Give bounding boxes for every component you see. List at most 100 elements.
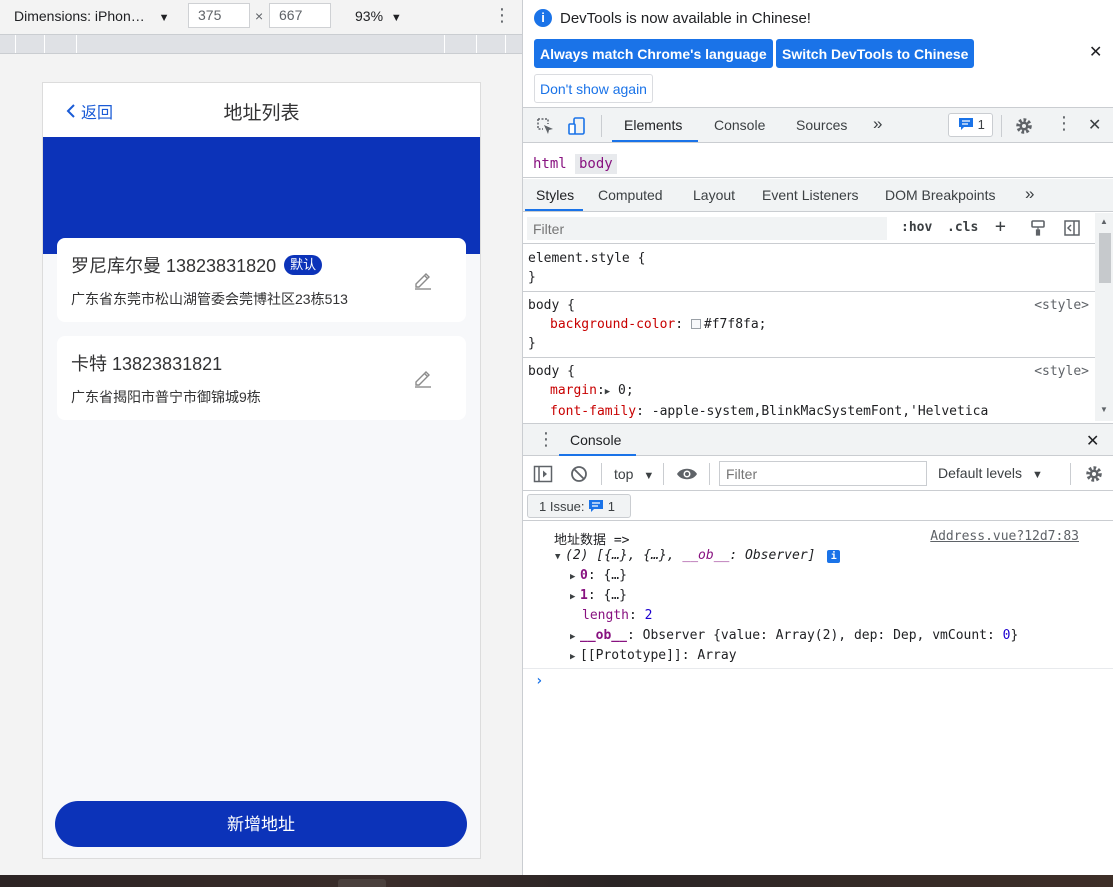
rule-origin[interactable]: <style> xyxy=(1034,362,1089,381)
rule-close: } xyxy=(528,270,536,285)
gear-icon[interactable] xyxy=(1084,464,1104,484)
taskbar-item[interactable] xyxy=(338,879,386,887)
breadcrumb-html[interactable]: html xyxy=(529,154,571,174)
log-object-summary[interactable]: ▼ (2) [{…}, {…}, __ob__: Observer] i xyxy=(555,548,841,563)
device-select[interactable]: Dimensions: iPhon… ▼ xyxy=(14,8,170,24)
summary-ob: __ob__ xyxy=(682,548,730,563)
match-language-button[interactable]: Always match Chrome's language xyxy=(534,39,773,68)
css-rule[interactable]: body { <style> margin:▶ 0; font-family: … xyxy=(523,358,1095,421)
expand-triangle-icon[interactable]: ▶ xyxy=(605,387,610,397)
edit-icon[interactable] xyxy=(412,269,434,291)
styles-pane: element.style { } body { <style> backgro… xyxy=(523,245,1095,421)
log-property-row[interactable]: ▶ 1: {…} xyxy=(570,588,627,603)
property-value: -apple-system,BlinkMacSystemFont,'Helvet… xyxy=(651,404,989,419)
os-taskbar xyxy=(0,875,1113,887)
css-rule[interactable]: body { <style> background-color: #f7f8fa… xyxy=(523,292,1095,358)
prop-value: Observer {value: Array(2), dep: Dep, vmC… xyxy=(642,628,1003,643)
sidebar-toggle-icon[interactable] xyxy=(533,465,553,483)
more-tabs-icon[interactable]: » xyxy=(873,114,882,134)
more-tabs-icon[interactable]: » xyxy=(1025,184,1034,204)
gear-icon[interactable] xyxy=(1014,116,1034,136)
issues-bar: 1 Issue: 1 xyxy=(523,491,1113,521)
css-property[interactable]: background-color: #f7f8fa; xyxy=(528,315,1090,334)
expand-triangle-icon[interactable]: ▶ xyxy=(570,632,580,642)
eye-icon[interactable] xyxy=(676,466,698,482)
property-value: 0; xyxy=(618,383,634,398)
main-tab-bar: Elements Console Sources » 1 ⋮ ✕ xyxy=(523,107,1113,143)
close-drawer-icon[interactable]: ✕ xyxy=(1086,431,1099,451)
address-card[interactable]: 卡特 13823831821 广东省揭阳市普宁市御锦城9栋 xyxy=(57,336,466,420)
divider xyxy=(663,463,664,485)
address-text: 广东省东莞市松山湖管委会莞博社区23栋513 xyxy=(71,291,348,307)
add-address-button[interactable]: 新增地址 xyxy=(55,801,467,847)
media-query-ruler[interactable] xyxy=(0,34,522,54)
paint-brush-icon[interactable] xyxy=(1029,219,1047,237)
drawer-menu-icon[interactable]: ⋮ xyxy=(537,429,555,450)
add-rule-icon[interactable]: + xyxy=(995,216,1006,237)
property-name: margin xyxy=(550,383,597,398)
log-source-link[interactable]: Address.vue?12d7:83 xyxy=(930,529,1079,544)
breadcrumb-body[interactable]: body xyxy=(575,154,617,174)
log-levels-label: Default levels xyxy=(938,465,1023,481)
scrollbar-thumb[interactable] xyxy=(1099,233,1111,283)
tab-layout[interactable]: Layout xyxy=(693,187,735,203)
caret-down-icon: ▼ xyxy=(158,12,170,24)
issue-count: 1 xyxy=(977,117,985,132)
width-input[interactable]: 375 xyxy=(188,3,250,28)
prop-key: 1 xyxy=(580,588,588,603)
device-toggle-icon[interactable] xyxy=(567,116,587,136)
log-property-row[interactable]: ▶ [[Prototype]]: Array xyxy=(570,648,737,663)
edit-icon[interactable] xyxy=(412,367,434,389)
css-property[interactable]: font-family: -apple-system,BlinkMacSyste… xyxy=(528,402,1090,421)
divider xyxy=(601,115,602,137)
issues-button[interactable]: 1 Issue: 1 xyxy=(527,494,631,518)
console-filter-input[interactable] xyxy=(719,461,927,486)
zoom-select[interactable]: 93% ▼ xyxy=(355,8,402,24)
context-select[interactable]: top ▼ xyxy=(614,466,654,482)
address-text: 广东省揭阳市普宁市御锦城9栋 xyxy=(71,389,261,405)
scroll-up-icon[interactable]: ▲ xyxy=(1100,217,1108,226)
clear-console-icon[interactable] xyxy=(570,465,588,483)
toggle-sidebar-icon[interactable] xyxy=(1063,219,1081,237)
switch-chinese-button[interactable]: Switch DevTools to Chinese xyxy=(776,39,975,68)
info-icon: i xyxy=(534,9,552,27)
tab-styles[interactable]: Styles xyxy=(536,187,574,203)
drawer-tab-console[interactable]: Console xyxy=(570,432,621,448)
log-levels-select[interactable]: Default levels ▼ xyxy=(938,465,1043,481)
close-icon[interactable]: ✕ xyxy=(1089,42,1102,62)
expand-triangle-icon[interactable]: ▶ xyxy=(570,652,580,662)
prop-value: 2 xyxy=(644,608,653,623)
tab-event-listeners[interactable]: Event Listeners xyxy=(762,187,859,203)
info-icon[interactable]: i xyxy=(827,550,841,563)
expand-triangle-icon[interactable]: ▶ xyxy=(570,572,580,582)
expand-triangle-icon[interactable]: ▶ xyxy=(570,592,580,602)
styles-scrollbar[interactable]: ▲ ▼ xyxy=(1095,213,1113,421)
dont-show-again-button[interactable]: Don't show again xyxy=(534,74,653,103)
tab-elements[interactable]: Elements xyxy=(624,117,682,133)
issues-count: 1 xyxy=(607,499,616,514)
close-devtools-icon[interactable]: ✕ xyxy=(1088,115,1101,135)
styles-filter-input[interactable] xyxy=(527,217,887,240)
more-options-icon[interactable]: ⋮ xyxy=(493,6,511,24)
tab-computed[interactable]: Computed xyxy=(598,187,663,203)
hov-toggle[interactable]: :hov xyxy=(901,220,932,235)
console-prompt-line[interactable]: › xyxy=(523,668,1113,698)
address-card[interactable]: 罗尼库尔曼 13823831820 默认 广东省东莞市松山湖管委会莞博社区23栋… xyxy=(57,238,466,322)
issues-counter[interactable]: 1 xyxy=(948,113,993,137)
scroll-down-icon[interactable]: ▼ xyxy=(1100,405,1108,414)
css-property[interactable]: margin:▶ 0; xyxy=(528,381,1090,402)
cls-toggle[interactable]: .cls xyxy=(947,220,978,235)
more-options-icon[interactable]: ⋮ xyxy=(1055,113,1073,134)
rule-origin[interactable]: <style> xyxy=(1034,296,1089,315)
tab-console[interactable]: Console xyxy=(714,117,765,133)
tab-sources[interactable]: Sources xyxy=(796,117,847,133)
tab-dom-breakpoints[interactable]: DOM Breakpoints xyxy=(885,187,995,203)
log-property-row[interactable]: ▶ __ob__: Observer {value: Array(2), dep:… xyxy=(570,628,1018,643)
inspect-element-icon[interactable] xyxy=(535,116,555,136)
color-swatch[interactable] xyxy=(690,319,701,329)
height-input[interactable]: 667 xyxy=(269,3,331,28)
log-property-row[interactable]: ▶ 0: {…} xyxy=(570,568,627,583)
collapse-triangle-icon[interactable]: ▼ xyxy=(555,552,565,562)
css-rule[interactable]: element.style { } xyxy=(523,245,1095,292)
property-name: background-color xyxy=(550,317,676,332)
